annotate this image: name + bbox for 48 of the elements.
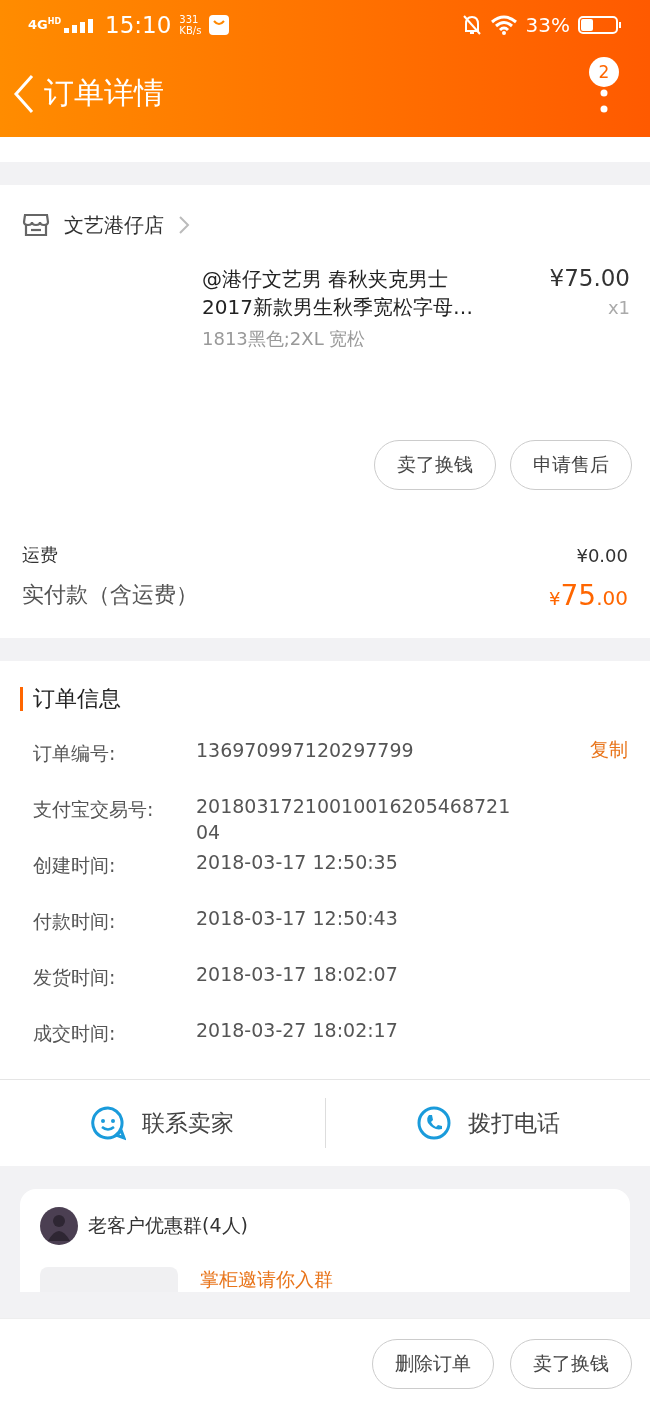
action-button[interactable]: 卖了换钱	[374, 440, 496, 490]
battery-icon	[578, 14, 622, 36]
info-value: 2018031721001001620546872104	[196, 794, 512, 845]
clock-time: 15:10	[105, 12, 172, 38]
product-quantity: x1	[606, 297, 630, 318]
fee-amount: ¥0.00	[576, 544, 628, 566]
total-amount: ¥75.00	[549, 578, 628, 612]
invite-message: 掌柜邀请你入群	[200, 1267, 333, 1292]
product-title[interactable]: @港仔文艺男 春秋夹克男士2017新款男生秋季宽松字母…	[202, 265, 492, 321]
group-name[interactable]: 老客户优惠群(4人)	[88, 1213, 248, 1239]
chevron-right-icon	[178, 215, 190, 235]
avatar-icon	[40, 1207, 78, 1245]
notification-badge: 2	[589, 56, 619, 87]
action-button[interactable]: 删除订单	[372, 1338, 494, 1389]
info-value: 2018-03-27 18:02:17	[196, 1018, 399, 1043]
info-label: 创建时间:	[33, 853, 117, 878]
contact-button[interactable]: 联系卖家	[0, 1105, 325, 1141]
info-label: 付款时间:	[33, 909, 117, 934]
info-value: 2018-03-17 12:50:35	[196, 850, 399, 875]
muted-bell-icon	[461, 14, 482, 36]
phone-icon	[415, 1105, 452, 1141]
product-variant: 1813黑色;2XL 宽松	[202, 327, 367, 351]
info-value: 136970997120297799	[196, 738, 415, 763]
info-label: 支付宝交易号:	[33, 797, 155, 822]
info-value: 2018-03-17 18:02:07	[196, 962, 399, 987]
info-label: 发货时间:	[33, 965, 117, 990]
network-label: 4G$^{HD}$	[28, 17, 62, 33]
call-button[interactable]: 拨打电话	[325, 1105, 650, 1141]
section-title: 订单信息	[20, 687, 121, 711]
info-value: 2018-03-17 12:50:43	[196, 906, 399, 931]
action-button[interactable]: 申请售后	[510, 440, 632, 490]
speed-value: 331	[179, 14, 200, 25]
info-label: 成交时间:	[33, 1021, 117, 1046]
chat-icon	[90, 1105, 127, 1141]
shopping-bag-icon	[209, 15, 230, 35]
action-button[interactable]: 卖了换钱	[510, 1338, 632, 1389]
back-icon[interactable]	[12, 73, 36, 114]
more-icon	[600, 88, 608, 115]
fee-label: 实付款（含运费）	[22, 581, 198, 609]
speed-unit: KB/s	[179, 25, 202, 36]
page-title: 订单详情	[44, 74, 165, 112]
wifi-icon	[489, 14, 518, 36]
info-label: 订单编号:	[33, 741, 117, 766]
battery-percent: 33%	[525, 13, 570, 37]
shop-name[interactable]: 文艺港仔店	[64, 211, 164, 239]
product-price: ¥75.00	[549, 265, 630, 291]
fee-label: 运费	[22, 543, 58, 567]
store-icon	[22, 212, 50, 238]
